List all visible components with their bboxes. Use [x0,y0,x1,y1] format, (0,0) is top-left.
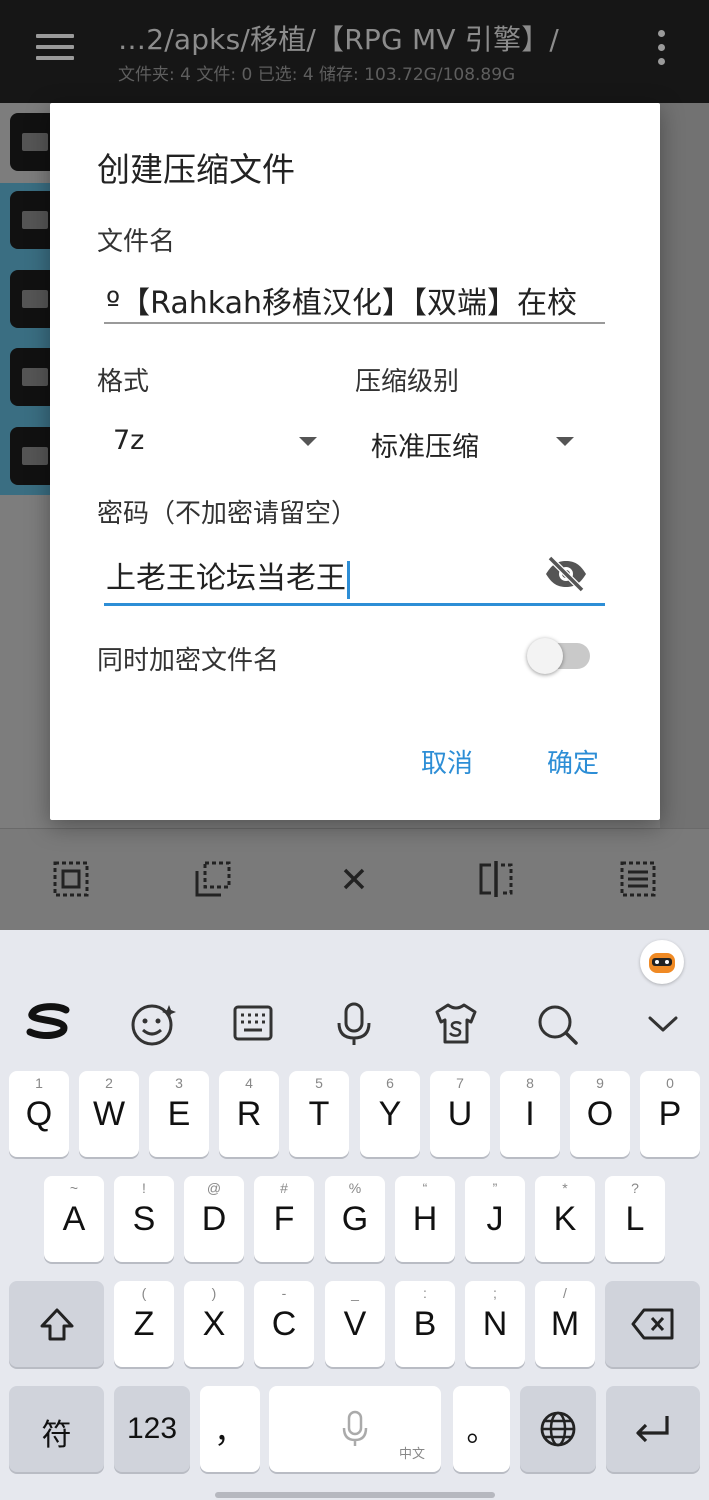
key-j[interactable]: ” J [465,1176,525,1262]
enter-key[interactable] [606,1386,700,1472]
password-visibility-off-icon[interactable] [543,555,589,593]
globe-icon [540,1411,576,1447]
symbols-key[interactable]: 符 [9,1386,104,1472]
key-c[interactable]: -C [254,1281,314,1367]
more-options-icon[interactable] [655,30,667,66]
key-y[interactable]: 6Y [360,1071,420,1157]
folder-stats: 文件夹: 4 文件: 0 已选: 4 储存: 103.72G/108.89G [118,65,516,85]
shift-icon [40,1308,74,1341]
key-r[interactable]: 4R [219,1071,279,1157]
format-value: 7z [113,425,145,456]
backspace-icon [631,1308,674,1340]
space-key[interactable]: 中文 [269,1386,441,1472]
text-cursor [347,560,350,599]
file-list-edge [660,103,709,828]
numbers-key[interactable]: 123 [114,1386,190,1472]
key-f[interactable]: # F [254,1176,314,1262]
key-h[interactable]: “H [395,1176,455,1262]
key-w[interactable]: 2W [79,1071,139,1157]
backspace-key[interactable] [605,1281,700,1367]
language-key[interactable] [520,1386,596,1472]
compression-level-label: 压缩级别 [355,367,460,397]
shift-key[interactable] [9,1281,104,1367]
key-o[interactable]: 9O [570,1071,630,1157]
collapse-keyboard-icon[interactable] [638,999,688,1049]
key-k[interactable]: * K [535,1176,595,1262]
dialog-title: 创建压缩文件 [97,150,295,189]
key-z[interactable]: (Z [114,1281,174,1367]
key-e[interactable]: 3E [149,1071,209,1157]
password-text: 上老王论坛当老王 [106,561,346,596]
select-all-icon[interactable] [51,859,91,899]
key-v[interactable]: _ V [325,1281,385,1367]
period-key[interactable]: 。 [453,1386,510,1472]
key-n[interactable]: ; N [465,1281,525,1367]
key-i[interactable]: 8I [500,1071,560,1157]
skin-shirt-icon[interactable] [431,999,481,1049]
cancel-button[interactable]: 取消 [421,743,473,780]
password-underline [104,603,605,606]
key-q[interactable]: 1Q [9,1071,69,1157]
encrypt-filenames-label: 同时加密文件名 [97,646,280,676]
current-path: …2/apks/移植/【RPG MV 引擎】/ [118,23,560,56]
invert-selection-icon[interactable] [476,859,516,899]
toggle-knob [527,638,563,674]
key-u[interactable]: 7U [430,1071,490,1157]
menu-icon[interactable] [36,34,74,60]
key-t[interactable]: 5T [289,1071,349,1157]
password-label: 密码（不加密请留空） [97,499,358,529]
gesture-home-bar[interactable] [215,1492,495,1498]
selection-action-bar [0,828,709,930]
filename-underline [104,322,605,324]
microphone-icon[interactable] [329,999,379,1049]
space-language-label: 中文 [398,1447,425,1462]
voice-input-icon [342,1410,368,1446]
key-s[interactable]: ! S [114,1176,174,1262]
enter-icon [636,1416,669,1443]
app-bar: …2/apks/移植/【RPG MV 引擎】/ 文件夹: 4 文件: 0 已选:… [0,0,709,103]
keyboard-layout-icon[interactable] [228,999,278,1049]
clear-selection-icon[interactable] [334,859,374,899]
filename-input[interactable]: º【Rahkah移植汉化】【双端】在校 [106,278,606,322]
key-a[interactable]: ~ A [44,1176,104,1262]
password-input[interactable]: 上老王论坛当老王 [106,553,526,599]
sogou-logo-icon[interactable] [24,997,74,1047]
key-m[interactable]: / M [535,1281,595,1367]
key-p[interactable]: 0P [640,1071,700,1157]
format-dropdown-icon [299,437,317,446]
compression-level-value: 标准压缩 [371,432,479,463]
key-g[interactable]: % G [325,1176,385,1262]
select-range-icon[interactable] [193,859,233,899]
compression-level-dropdown-icon [556,437,574,446]
keyboard-mascot-icon[interactable] [640,940,684,984]
key-d[interactable]: @ D [184,1176,244,1262]
create-archive-dialog: 创建压缩文件 文件名 º【Rahkah移植汉化】【双端】在校 格式 压缩级别 7… [50,103,660,820]
select-list-icon[interactable] [618,859,658,899]
comma-key[interactable]: ， [200,1386,260,1472]
filename-label: 文件名 [97,227,176,257]
key-l[interactable]: ? L [605,1176,665,1262]
search-icon[interactable] [532,999,582,1049]
emoji-icon[interactable] [128,999,178,1049]
format-label: 格式 [97,367,150,397]
ok-button[interactable]: 确定 [547,743,599,780]
key-b[interactable]: :B [395,1281,455,1367]
key-x[interactable]: ) X [184,1281,244,1367]
